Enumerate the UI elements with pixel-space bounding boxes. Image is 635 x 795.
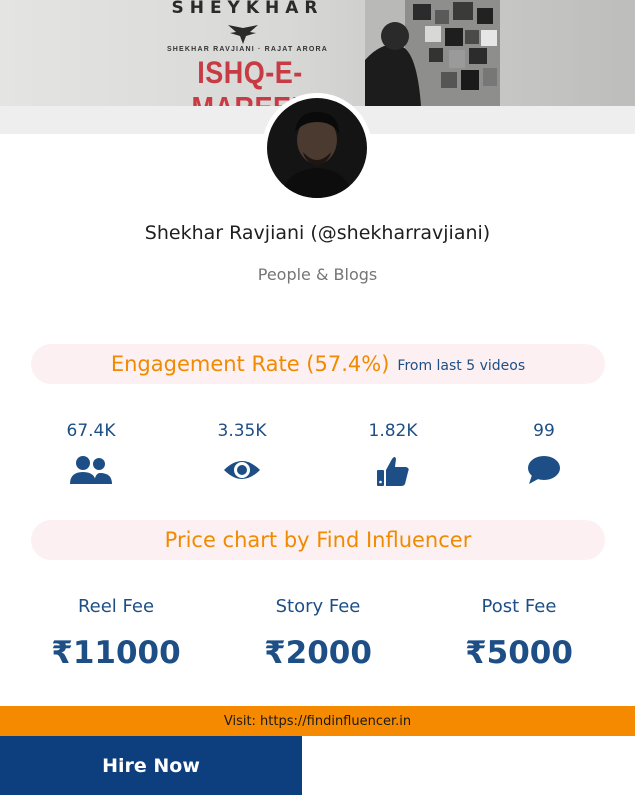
reel-fee: Reel Fee ₹11000: [16, 596, 216, 671]
profile-category: People & Blogs: [257, 265, 378, 284]
hire-now-button[interactable]: Hire Now: [0, 736, 302, 795]
reel-fee-value: ₹11000: [51, 635, 181, 671]
story-fee: Story Fee ₹2000: [218, 596, 418, 671]
stat-likes: 1.82K: [333, 421, 453, 487]
banner-brand-text: SHEYKHAR: [171, 0, 324, 18]
engagement-rate-title: Engagement Rate (57.4%): [110, 352, 390, 376]
comment-icon: [528, 456, 560, 484]
cover-banner: SHEYKHAR SHEKHAR RAVJIANI · RAJAT ARORA …: [0, 0, 635, 106]
eye-icon: [224, 461, 260, 479]
price-chart-title: Price chart by Find Influencer: [164, 528, 472, 552]
stat-views: 3.35K: [182, 421, 302, 485]
profile-name: Shekhar Ravjiani (@shekharravjiani): [144, 222, 491, 244]
post-fee: Post Fee ₹5000: [419, 596, 619, 671]
banner-artists-text: SHEKHAR RAVJIANI · RAJAT ARORA: [166, 46, 329, 53]
banner-collage-image: [365, 0, 500, 106]
engagement-rate-subtitle: From last 5 videos: [397, 358, 526, 374]
post-fee-value: ₹5000: [465, 635, 573, 671]
stat-comments: 99: [484, 421, 604, 485]
stat-subscribers: 67.4K: [31, 421, 151, 485]
thumbs-up-icon: [377, 457, 409, 486]
story-fee-label: Story Fee: [275, 596, 361, 617]
stat-views-value: 3.35K: [217, 421, 267, 441]
reel-fee-label: Reel Fee: [77, 596, 155, 617]
profile-photo: [267, 98, 367, 198]
stat-likes-value: 1.82K: [368, 421, 418, 441]
avatar: [262, 93, 372, 203]
price-chart-pill: Price chart by Find Influencer: [31, 520, 605, 560]
visit-link[interactable]: Visit: https://findinfluencer.in: [0, 706, 635, 736]
stat-subscribers-value: 67.4K: [66, 421, 116, 441]
stat-comments-value: 99: [533, 421, 555, 441]
story-fee-value: ₹2000: [264, 635, 372, 671]
engagement-rate-pill: Engagement Rate (57.4%) From last 5 vide…: [31, 344, 605, 384]
bird-logo-icon: [228, 25, 258, 44]
post-fee-label: Post Fee: [481, 596, 557, 617]
users-icon: [70, 456, 112, 484]
